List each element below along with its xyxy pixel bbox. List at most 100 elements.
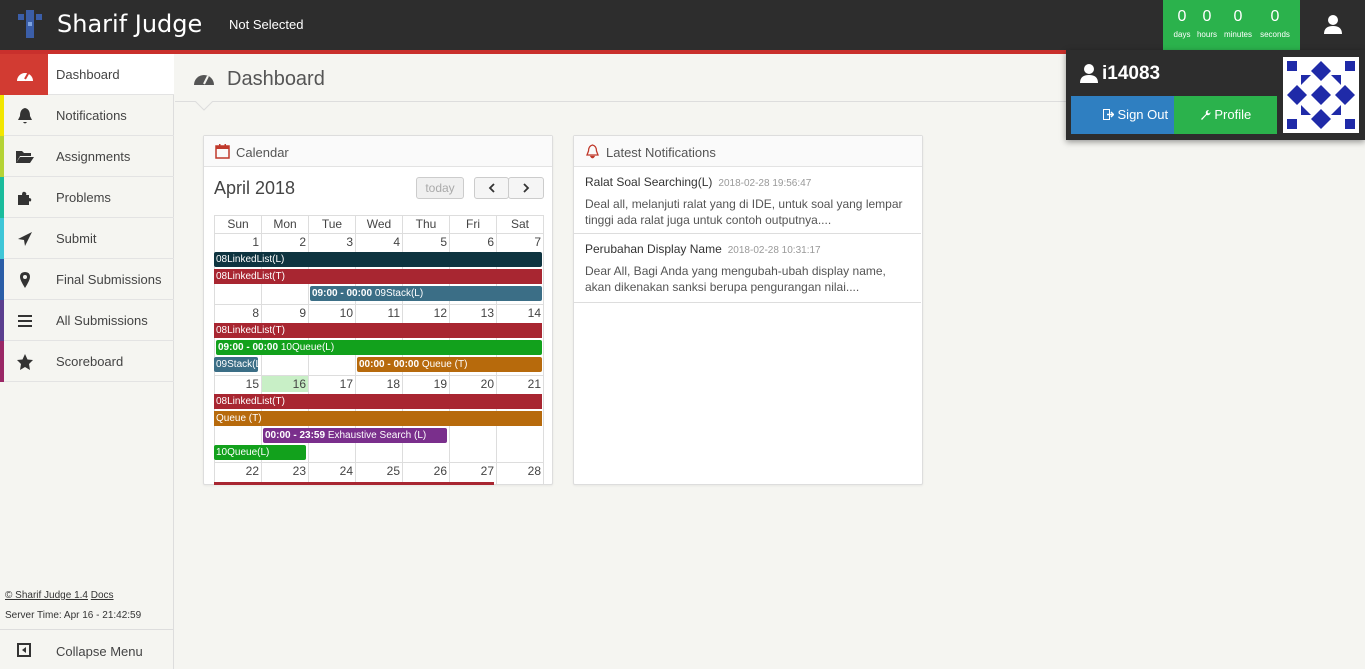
prev-month-button[interactable] — [474, 177, 509, 199]
calendar-day-number: 3 — [346, 235, 353, 249]
weekday-header: Sun — [214, 215, 262, 234]
sidebar-item-notifications[interactable]: Notifications — [0, 95, 174, 136]
collapse-menu-button[interactable]: Collapse Menu — [0, 629, 174, 669]
sidebar-item-final-submissions[interactable]: Final Submissions — [0, 259, 174, 300]
star-icon — [17, 354, 33, 370]
calendar-panel: Calendar April 2018 today Sun Mon Tue We… — [203, 135, 553, 485]
weekday-header: Wed — [355, 215, 403, 234]
avatar[interactable] — [1283, 57, 1359, 133]
weekday-header: Thu — [402, 215, 450, 234]
weekday-header: Mon — [261, 215, 309, 234]
header-pointer — [195, 101, 213, 111]
collapse-icon — [17, 643, 31, 657]
calendar-event[interactable]: 09:00 - 00:00 10Queue(L) — [216, 340, 542, 355]
notification-body: Dear All, Bagi Anda yang mengubah-ubah d… — [585, 264, 886, 294]
page-title: Dashboard — [227, 68, 325, 90]
calendar-event-partial[interactable] — [214, 482, 494, 485]
sidebar-item-label: Assignments — [56, 149, 131, 164]
sidebar-item-scoreboard[interactable]: Scoreboard — [0, 341, 174, 382]
calendar-day-number: 13 — [480, 306, 494, 320]
sidebar: Dashboard Notifications Assignments Prob… — [0, 54, 174, 669]
sidebar-item-assignments[interactable]: Assignments — [0, 136, 174, 177]
map-marker-icon — [20, 272, 30, 288]
calendar-event[interactable]: 08LinkedList(T) — [214, 269, 542, 284]
sidebar-item-dashboard[interactable]: Dashboard — [0, 54, 174, 95]
weekday-header: Fri — [449, 215, 497, 234]
copyright-link[interactable]: © Sharif Judge 1.4 — [5, 590, 88, 601]
timer-days: 0 days — [1173, 8, 1191, 39]
notification-date: 2018-02-28 19:56:47 — [718, 178, 812, 189]
calendar-event[interactable]: 08LinkedList(T) — [214, 323, 542, 338]
sidebar-item-all-submissions[interactable]: All Submissions — [0, 300, 174, 341]
calendar-event[interactable]: 08LinkedList(T) — [214, 394, 542, 409]
notifications-title: Latest Notifications — [606, 145, 716, 160]
calendar-event[interactable]: Queue (T) — [214, 411, 542, 426]
sidebar-item-label: Final Submissions — [56, 272, 162, 287]
calendar-event[interactable]: 00:00 - 23:59 Exhaustive Search (L) — [263, 428, 447, 443]
selected-assignment[interactable]: Not Selected — [229, 17, 303, 32]
profile-button[interactable]: Profile — [1174, 96, 1277, 134]
calendar-day-number: 26 — [433, 464, 447, 478]
calendar-day-number: 17 — [339, 377, 353, 391]
send-icon — [18, 232, 32, 246]
calendar-day-number: 22 — [245, 464, 259, 478]
calendar-day-number: 24 — [339, 464, 353, 478]
calendar-day-number: 5 — [440, 235, 447, 249]
calendar-day-number: 6 — [487, 235, 494, 249]
sidebar-item-label: Problems — [56, 190, 111, 205]
top-navbar: Sharif Judge Not Selected 0 days 0 hours 0… — [0, 0, 1365, 50]
calendar-event[interactable]: 08LinkedList(L) — [214, 252, 542, 267]
calendar-day-number: 8 — [252, 306, 259, 320]
calendar-day-number: 2 — [299, 235, 306, 249]
timer-seconds: 0 seconds — [1260, 8, 1290, 39]
docs-link[interactable]: Docs — [91, 590, 114, 601]
calendar-day-number: 15 — [245, 377, 259, 391]
server-time: Server Time: Apr 16 - 21:42:59 — [5, 610, 142, 621]
calendar-day-number: 11 — [387, 306, 400, 320]
calendar-day-number: 27 — [480, 464, 494, 478]
calendar-day-number: 10 — [339, 306, 353, 320]
calendar-event[interactable]: 09:00 - 00:00 09Stack(L) — [310, 286, 542, 301]
calendar-day-number: 20 — [480, 377, 494, 391]
calendar-event[interactable]: 09Stack(L) — [214, 357, 258, 372]
user-dropdown: i14083 Sign Out Profile — [1066, 50, 1365, 140]
folder-open-icon — [16, 151, 34, 163]
app-title[interactable]: Sharif Judge — [57, 10, 202, 38]
calendar-day-cell[interactable]: 28 — [496, 462, 544, 485]
sidebar-item-problems[interactable]: Problems — [0, 177, 174, 218]
notification-item[interactable]: Ralat Soal Searching(L) 2018-02-28 19:56:… — [574, 167, 921, 234]
user-menu-button[interactable] — [1300, 0, 1365, 50]
notification-title[interactable]: Perubahan Display Name — [585, 242, 722, 256]
calendar-day-number: 25 — [386, 464, 400, 478]
calendar-event[interactable]: 10Queue(L) — [214, 445, 306, 460]
bell-icon — [586, 144, 599, 159]
weekday-header: Tue — [308, 215, 356, 234]
chevron-left-icon — [488, 183, 495, 193]
weekday-header: Sat — [496, 215, 544, 234]
wrench-icon — [1200, 110, 1211, 120]
calendar-day-number: 12 — [433, 306, 447, 320]
timer-minutes: 0 minutes — [1223, 8, 1252, 39]
calendar-day-number: 9 — [299, 306, 306, 320]
sidebar-item-label: All Submissions — [56, 313, 148, 328]
calendar-day-number: 23 — [292, 464, 306, 478]
sidebar-item-submit[interactable]: Submit — [0, 218, 174, 259]
calendar-day-number: 28 — [527, 464, 541, 478]
puzzle-icon — [18, 191, 32, 205]
calendar-day-number: 4 — [393, 235, 400, 249]
calendar-icon — [215, 144, 230, 159]
chevron-right-icon — [523, 183, 530, 193]
notification-item[interactable]: Perubahan Display Name 2018-02-28 10:31:1… — [574, 234, 921, 303]
calendar-title: Calendar — [236, 145, 289, 160]
user-icon — [1324, 15, 1342, 34]
notification-date: 2018-02-28 10:31:17 — [727, 245, 821, 256]
notification-title[interactable]: Ralat Soal Searching(L) — [585, 175, 712, 189]
notifications-panel: Latest Notifications Ralat Soal Searchin… — [573, 135, 923, 485]
next-month-button[interactable] — [508, 177, 544, 199]
sign-out-icon — [1102, 109, 1115, 120]
today-button[interactable]: today — [416, 177, 464, 199]
calendar-day-number: 7 — [534, 235, 541, 249]
user-icon — [1080, 64, 1098, 83]
calendar-event[interactable]: 00:00 - 00:00 Queue (T) — [357, 357, 542, 372]
dashboard-icon — [17, 71, 33, 81]
